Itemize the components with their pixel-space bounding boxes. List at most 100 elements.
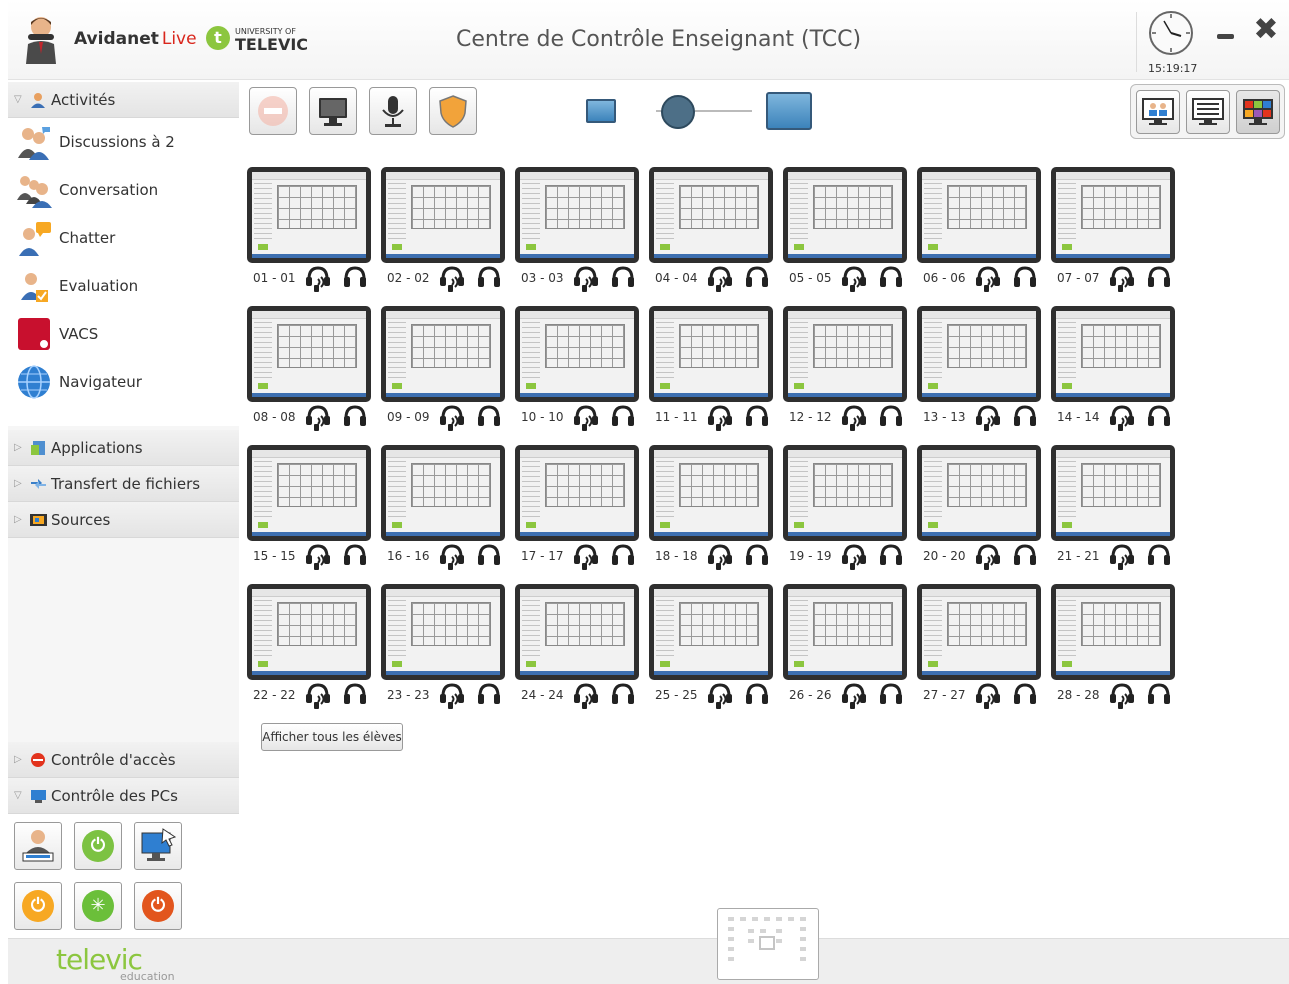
speak-microphone-icon[interactable] [573, 265, 599, 293]
monitor-button[interactable] [309, 87, 357, 135]
headphones-icon[interactable] [745, 265, 769, 289]
headphones-icon[interactable] [611, 265, 635, 289]
speak-microphone-icon[interactable] [707, 265, 733, 293]
section-applications[interactable]: ▷ Applications [8, 430, 239, 466]
student-screen[interactable] [1051, 167, 1175, 263]
speak-microphone-icon[interactable] [841, 682, 867, 710]
section-file-transfer[interactable]: ▷ Transfert de fichiers [8, 466, 239, 502]
headphones-icon[interactable] [1147, 404, 1171, 428]
headphones-icon[interactable] [611, 404, 635, 428]
headphones-icon[interactable] [879, 543, 903, 567]
speak-microphone-icon[interactable] [841, 265, 867, 293]
student-screen[interactable] [381, 584, 505, 680]
student-screen[interactable] [247, 584, 371, 680]
student-screen[interactable] [649, 167, 773, 263]
power-on-button[interactable]: ⏻ [74, 822, 122, 870]
speak-microphone-icon[interactable] [439, 404, 465, 432]
speak-microphone-icon[interactable] [975, 404, 1001, 432]
headphones-icon[interactable] [343, 682, 367, 706]
speak-microphone-icon[interactable] [841, 543, 867, 571]
close-button[interactable]: ✖ [1252, 15, 1280, 45]
show-all-students-button[interactable]: Afficher tous les élèves [261, 723, 403, 751]
speak-microphone-icon[interactable] [707, 682, 733, 710]
student-screen[interactable] [783, 167, 907, 263]
student-screen[interactable] [917, 167, 1041, 263]
shutdown-button[interactable]: ⏻ [134, 882, 182, 930]
speak-microphone-icon[interactable] [573, 682, 599, 710]
students-view-button[interactable] [1136, 90, 1180, 134]
headphones-icon[interactable] [1147, 682, 1171, 706]
student-screen[interactable] [381, 445, 505, 541]
speak-microphone-icon[interactable] [707, 543, 733, 571]
list-view-button[interactable] [1186, 90, 1230, 134]
student-screen[interactable] [381, 167, 505, 263]
shield-button[interactable] [429, 87, 477, 135]
headphones-icon[interactable] [1013, 543, 1037, 567]
student-screen[interactable] [1051, 445, 1175, 541]
speak-microphone-icon[interactable] [573, 404, 599, 432]
standby-button[interactable]: ⏻ [14, 882, 62, 930]
speak-microphone-icon[interactable] [305, 265, 331, 293]
classroom-layout-preview[interactable] [717, 908, 819, 980]
thumbnail-view-button[interactable] [1236, 90, 1280, 134]
speak-microphone-icon[interactable] [305, 404, 331, 432]
section-access-control[interactable]: ▷ Contrôle d'accès [8, 742, 239, 778]
headphones-icon[interactable] [343, 543, 367, 567]
speak-microphone-icon[interactable] [573, 543, 599, 571]
student-screen[interactable] [515, 445, 639, 541]
headphones-icon[interactable] [611, 682, 635, 706]
activity-chatter[interactable]: Chatter [8, 216, 239, 262]
minimize-button[interactable] [1214, 26, 1238, 46]
zoom-out-button[interactable] [586, 99, 616, 123]
speak-microphone-icon[interactable] [707, 404, 733, 432]
zoom-in-button[interactable] [766, 92, 812, 130]
student-screen[interactable] [917, 584, 1041, 680]
speak-microphone-icon[interactable] [841, 404, 867, 432]
headphones-icon[interactable] [343, 404, 367, 428]
speak-microphone-icon[interactable] [1109, 543, 1135, 571]
speak-microphone-icon[interactable] [1109, 404, 1135, 432]
headphones-icon[interactable] [745, 543, 769, 567]
student-screen[interactable] [381, 306, 505, 402]
section-sources[interactable]: ▷ Sources [8, 502, 239, 538]
headphones-icon[interactable] [1147, 543, 1171, 567]
student-screen[interactable] [783, 445, 907, 541]
speak-microphone-icon[interactable] [439, 682, 465, 710]
activity-vacs[interactable]: VACS [8, 312, 239, 358]
headphones-icon[interactable] [879, 682, 903, 706]
activity-evaluation[interactable]: Evaluation [8, 264, 239, 310]
restart-button[interactable]: ✳ [74, 882, 122, 930]
remote-desktop-button[interactable] [134, 822, 182, 870]
activity-conversation[interactable]: Conversation [8, 168, 239, 214]
student-screen[interactable] [247, 445, 371, 541]
student-screen[interactable] [783, 584, 907, 680]
student-screen[interactable] [515, 306, 639, 402]
student-screen[interactable] [649, 445, 773, 541]
headphones-icon[interactable] [879, 404, 903, 428]
student-screen[interactable] [917, 445, 1041, 541]
student-screen[interactable] [1051, 584, 1175, 680]
speak-microphone-icon[interactable] [439, 543, 465, 571]
section-activities[interactable]: ▽ Activités [8, 82, 239, 118]
headphones-icon[interactable] [1013, 682, 1037, 706]
headphones-icon[interactable] [611, 543, 635, 567]
headphones-icon[interactable] [477, 265, 501, 289]
student-screen[interactable] [247, 167, 371, 263]
login-user-button[interactable] [14, 822, 62, 870]
student-screen[interactable] [515, 584, 639, 680]
headphones-icon[interactable] [477, 543, 501, 567]
headphones-icon[interactable] [745, 682, 769, 706]
headphones-icon[interactable] [1013, 404, 1037, 428]
headphones-icon[interactable] [745, 404, 769, 428]
student-screen[interactable] [783, 306, 907, 402]
student-screen[interactable] [917, 306, 1041, 402]
headphones-icon[interactable] [1147, 265, 1171, 289]
headphones-icon[interactable] [879, 265, 903, 289]
speak-microphone-icon[interactable] [975, 682, 1001, 710]
headphones-icon[interactable] [477, 404, 501, 428]
headphones-icon[interactable] [477, 682, 501, 706]
speak-microphone-icon[interactable] [439, 265, 465, 293]
student-screen[interactable] [515, 167, 639, 263]
speak-microphone-icon[interactable] [1109, 682, 1135, 710]
speak-microphone-icon[interactable] [975, 265, 1001, 293]
